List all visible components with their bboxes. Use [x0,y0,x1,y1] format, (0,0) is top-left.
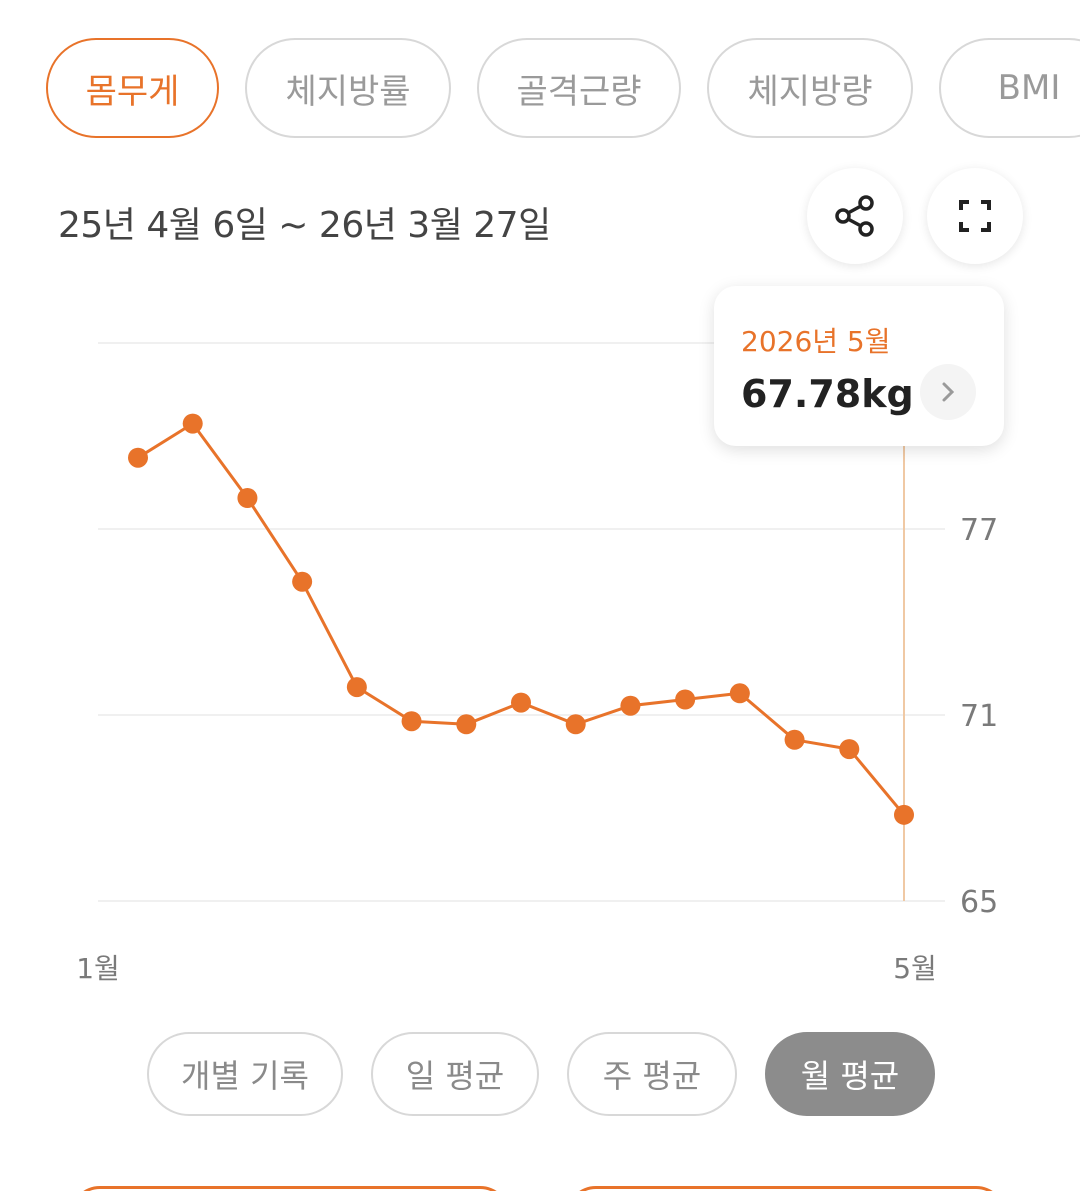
tab-body-fat-mass-label: 체지방량 [747,71,873,112]
tab-bmi[interactable]: BMI [939,38,1080,138]
y-tick-label: 77 [960,513,998,548]
bottom-action-button-right[interactable] [566,1186,1006,1191]
series-line [137,422,906,816]
data-point [839,739,860,760]
tab-body-fat-rate[interactable]: 체지방률 [245,38,451,138]
bottom-action-button-left[interactable] [70,1186,510,1191]
expand-icon [959,200,991,232]
data-point [675,689,696,710]
data-point [182,413,203,434]
chart-axes: 65 71 77 1월 5월 [76,513,998,985]
data-point [346,677,367,698]
mode-weekly-average-label: 주 평균 [602,1057,702,1095]
data-point [565,714,586,735]
data-point [456,714,477,735]
x-tick-label: 5월 [893,952,937,985]
tab-weight-label: 몸무게 [85,71,180,112]
tab-skeletal-muscle[interactable]: 골격근량 [477,38,681,138]
data-point [511,692,531,713]
mode-daily-average-label: 일 평균 [405,1057,505,1095]
data-point [729,683,750,704]
data-point [894,804,914,825]
share-icon [835,195,874,237]
chart-points [128,413,914,825]
mode-individual-records-label: 개별 기록 [181,1057,309,1095]
tab-body-fat-rate-label: 체지방률 [285,71,411,112]
x-tick-label: 1월 [76,952,120,985]
mode-monthly-average-label: 월 평균 [800,1057,900,1095]
data-point [292,571,313,592]
mode-individual-records[interactable]: 개별 기록 [147,1032,343,1116]
mode-weekly-average[interactable]: 주 평균 [567,1032,737,1116]
tooltip-detail-button[interactable] [920,364,976,420]
tooltip-date: 2026년 5월 [741,325,891,358]
mode-monthly-average[interactable]: 월 평균 [765,1032,935,1116]
view-mode-bar: 개별 기록 일 평균 주 평균 월 평균 [147,1032,935,1116]
chevron-right-icon [942,382,955,402]
share-button[interactable] [807,168,903,264]
tab-bmi-label: BMI [997,68,1061,108]
data-point [784,729,805,750]
y-tick-label: 65 [960,885,998,920]
mode-daily-average[interactable]: 일 평균 [371,1032,539,1116]
tab-body-fat-mass[interactable]: 체지방량 [707,38,913,138]
fullscreen-button[interactable] [927,168,1023,264]
date-range: 25년 4월 6일 ~ 26년 3월 27일 [58,205,551,246]
value-tooltip[interactable]: 2026년 5월 67.78kg [714,286,1004,446]
tab-skeletal-muscle-label: 골격근량 [516,71,642,112]
data-point [620,695,641,716]
metric-tab-bar: 몸무게 체지방률 골격근량 체지방량 BMI [46,38,1080,140]
data-point [237,488,258,508]
data-point [128,447,148,468]
y-tick-label: 71 [960,699,998,734]
tab-weight[interactable]: 몸무게 [46,38,219,138]
chart-line [137,422,906,816]
tooltip-value: 67.78kg [741,372,914,416]
data-point [401,711,422,732]
